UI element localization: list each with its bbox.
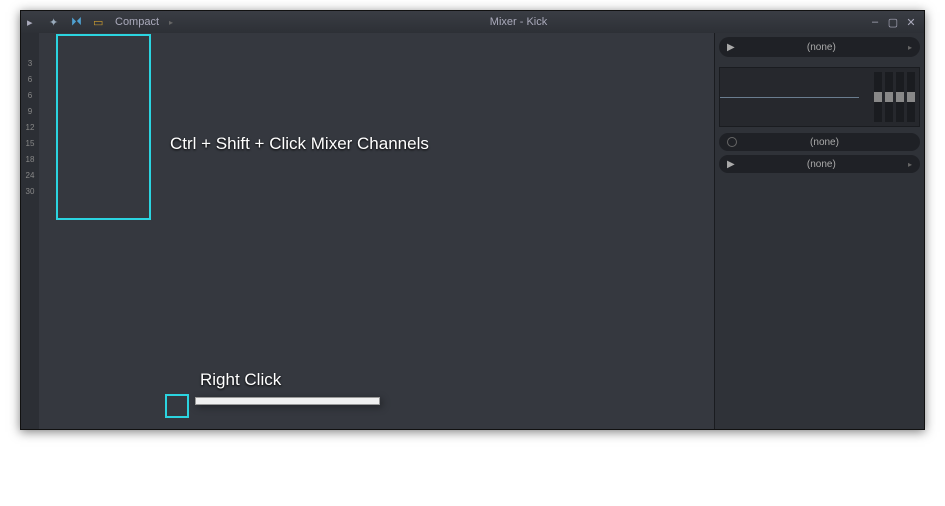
window-title: Mixer - Kick	[490, 16, 547, 28]
scale-mark: 15	[26, 139, 35, 155]
scale-mark: 18	[26, 155, 35, 171]
scale-mark: 12	[26, 123, 35, 139]
output-selector[interactable]: ▶(none)▸	[719, 155, 920, 173]
scale-mark: 3	[28, 59, 32, 75]
tracks-area	[39, 33, 714, 429]
scale-mark: 6	[28, 91, 32, 107]
view-icon[interactable]: ▭	[93, 16, 105, 28]
view-dropdown-icon[interactable]: ▸	[169, 18, 173, 27]
close-button[interactable]: ✕	[904, 15, 918, 29]
bird-icon[interactable]: ✦	[49, 16, 61, 28]
context-menu	[195, 397, 380, 405]
scale-mark: 9	[28, 107, 32, 123]
scale-mark: 6	[28, 75, 32, 91]
time-selector[interactable]: (none)	[719, 133, 920, 151]
menu-arrow-icon[interactable]: ▸	[27, 16, 39, 28]
view-mode-label[interactable]: Compact	[115, 16, 159, 28]
restore-button[interactable]: ▢	[886, 15, 900, 29]
level-scale: 36691215182430	[21, 33, 39, 429]
scale-mark: 24	[26, 171, 35, 187]
eq-display[interactable]	[719, 67, 920, 127]
scale-mark: 30	[26, 187, 35, 203]
minimize-button[interactable]: –	[868, 15, 882, 29]
input-selector[interactable]: ▶(none)▸	[719, 37, 920, 57]
snap-icon[interactable]: ⏵⏴	[71, 16, 83, 28]
titlebar: ▸ ✦ ⏵⏴ ▭ Compact ▸ Mixer - Kick – ▢ ✕	[21, 11, 924, 33]
mixer-window: ▸ ✦ ⏵⏴ ▭ Compact ▸ Mixer - Kick – ▢ ✕ 36…	[20, 10, 925, 430]
fx-panel: ▶(none)▸ (none) ▶(none)▸	[714, 33, 924, 429]
